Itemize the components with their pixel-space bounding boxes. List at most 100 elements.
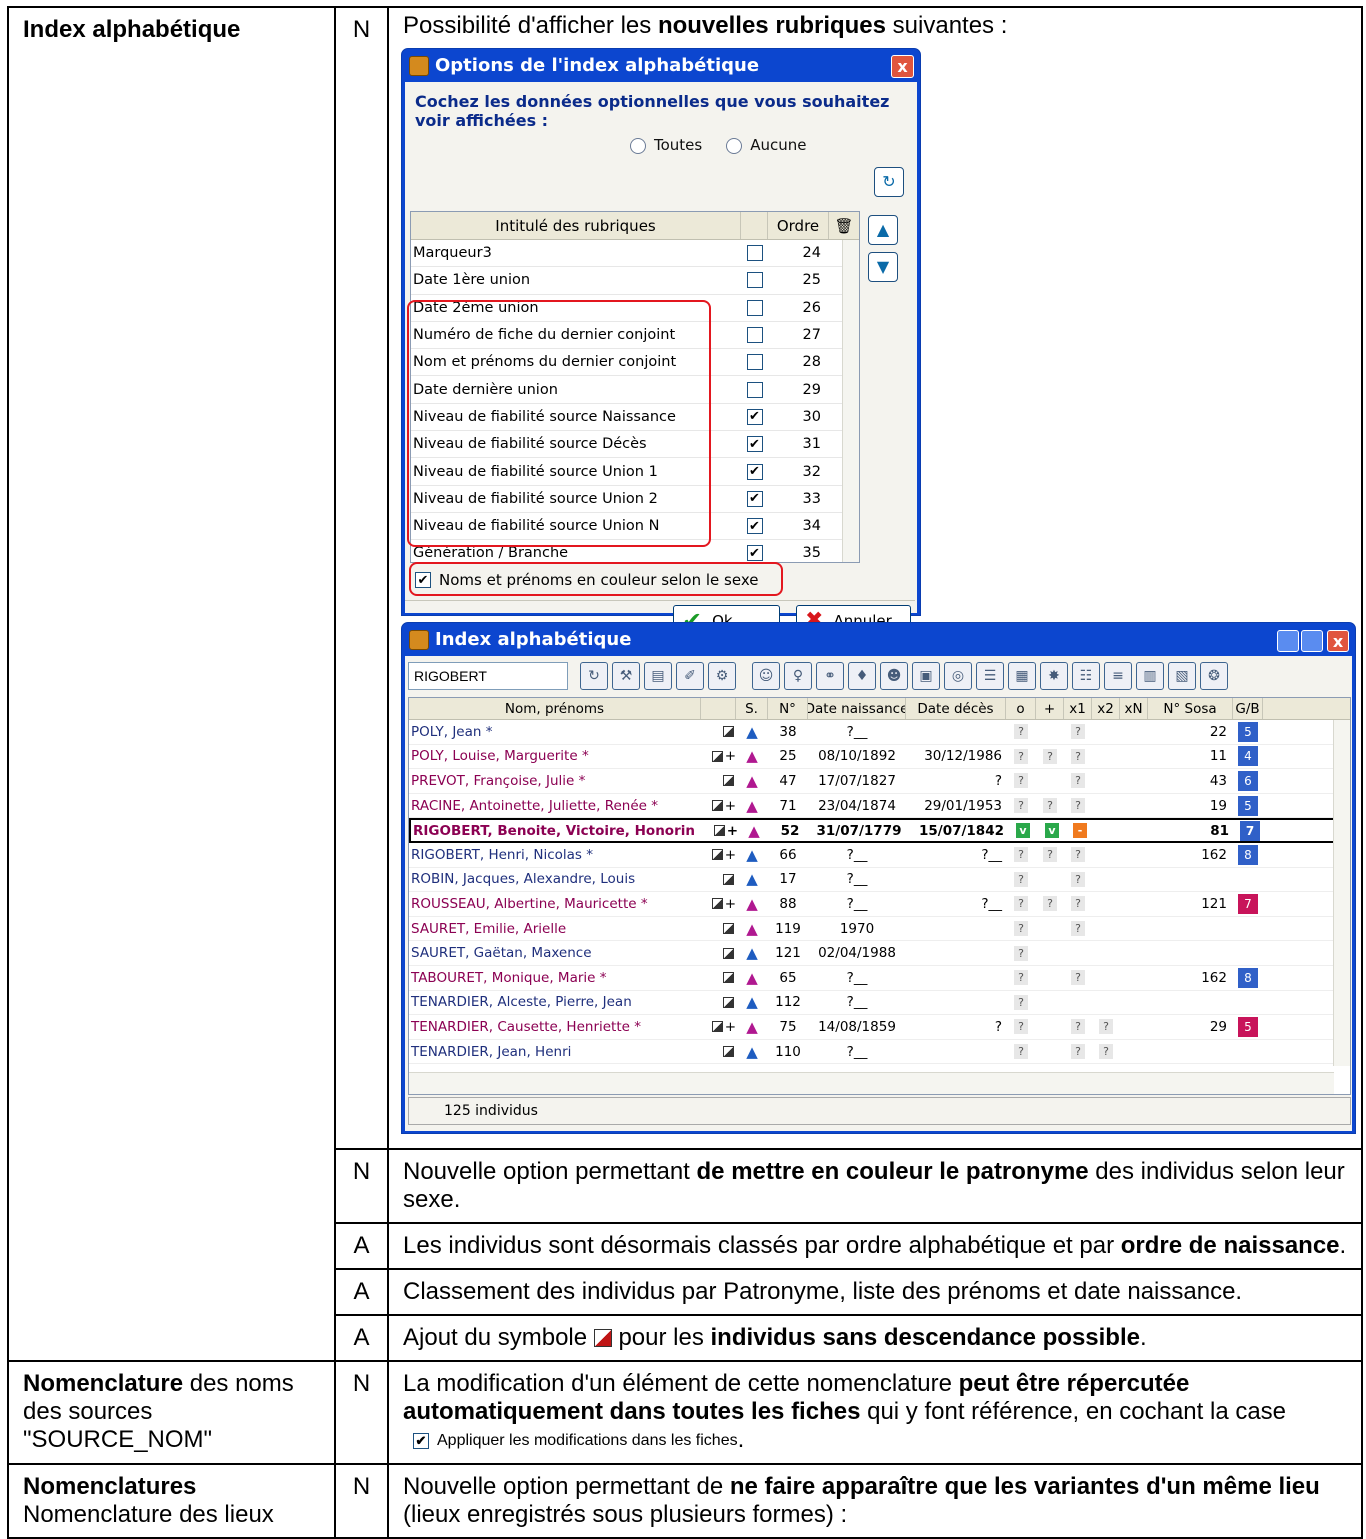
person-name: PREVOT, Françoise, Julie *	[411, 772, 586, 789]
note-icon[interactable]: ✐	[676, 662, 704, 690]
person-number: 71	[779, 797, 797, 814]
close-button[interactable]: x	[1327, 630, 1349, 652]
search-input[interactable]	[408, 662, 568, 690]
field-checkbox[interactable]: ✔	[741, 458, 768, 484]
globe-icon[interactable]: ◎	[944, 662, 972, 690]
death-date	[906, 917, 1006, 941]
flag-cell: +	[701, 1015, 736, 1039]
column-header[interactable]: o	[1006, 698, 1036, 719]
field-checkbox[interactable]	[741, 376, 768, 402]
field-checkbox[interactable]: ✔	[741, 431, 768, 457]
tree-icon[interactable]: ☷	[1072, 662, 1100, 690]
flag-cell: +	[701, 794, 736, 818]
gear-icon[interactable]: ⚙	[708, 662, 736, 690]
list-icon[interactable]: ☰	[976, 662, 1004, 690]
column-header[interactable]: xN	[1120, 698, 1148, 719]
table-row[interactable]: TENARDIER, Causette, Henriette * + ▲ 75 14/0…	[409, 1015, 1350, 1040]
generation-branch	[1233, 991, 1263, 1015]
tools-icon[interactable]: ⚒	[612, 662, 640, 690]
refresh-icon[interactable]: ↻	[580, 662, 608, 690]
table-row[interactable]: SAURET, Emilie, Arielle ▲ 119 1970??	[409, 917, 1350, 942]
field-checkbox[interactable]	[741, 322, 768, 348]
column-header[interactable]: N°	[768, 698, 808, 719]
column-header[interactable]: +	[1036, 698, 1064, 719]
table-row[interactable]: POLY, Louise, Marguerite * + ▲ 25 08/10/1892…	[409, 745, 1350, 770]
column-header[interactable]: Date naissance	[808, 698, 906, 719]
source-o: ?	[1006, 843, 1036, 867]
minimize-button[interactable]	[1277, 630, 1299, 652]
table-row[interactable]: TENARDIER, Jean, Henri ▲ 110 ?__???	[409, 1040, 1350, 1065]
sex-icon: ▲	[746, 771, 758, 790]
person-number: 119	[775, 920, 801, 937]
column-header[interactable]: S.	[736, 698, 768, 719]
person-number: 112	[775, 994, 801, 1011]
person-name: TENARDIER, Alceste, Pierre, Jean	[411, 994, 632, 1011]
column-header[interactable]: x2	[1092, 698, 1120, 719]
sources-icon[interactable]: ▦	[1008, 662, 1036, 690]
source-x2	[1092, 941, 1120, 965]
field-checkbox[interactable]: ✔	[741, 486, 768, 512]
generation-branch: 7	[1235, 820, 1265, 841]
close-button[interactable]: x	[891, 55, 914, 78]
field-row[interactable]: Date 1ère union 25	[411, 267, 859, 295]
events-icon[interactable]: ✸	[1040, 662, 1068, 690]
death-date: 15/07/1842	[918, 822, 1004, 839]
person-female-icon[interactable]: ♀	[784, 662, 812, 690]
table-row[interactable]: RIGOBERT, Benoite, Victoire, Honorin + ▲ 52…	[409, 818, 1350, 843]
radio-all[interactable]: Toutes	[630, 136, 702, 155]
books-icon[interactable]: ▧	[1168, 662, 1196, 690]
column-header[interactable]: G/B	[1233, 698, 1263, 719]
field-checkbox[interactable]: ✔	[741, 540, 768, 562]
radio-none[interactable]: Aucune	[726, 136, 807, 155]
field-order: 32	[802, 463, 821, 480]
status-icon	[711, 849, 723, 861]
field-checkbox[interactable]	[741, 295, 768, 321]
field-checkbox[interactable]: ✔	[741, 404, 768, 430]
field-order: 33	[802, 490, 821, 507]
refresh-button[interactable]: ↻	[874, 167, 904, 197]
field-checkbox[interactable]: ✔	[741, 513, 768, 539]
table-row[interactable]: ROUSSEAU, Albertine, Mauricette * + ▲ 88 ?__…	[409, 892, 1350, 917]
column-header[interactable]: Date décès	[906, 698, 1006, 719]
family-icon[interactable]: ♦	[848, 662, 876, 690]
table-row[interactable]: TENARDIER, Alceste, Pierre, Jean ▲ 112 ?__?	[409, 991, 1350, 1016]
table-row[interactable]: RACINE, Antoinette, Juliette, Renée * + ▲ 7…	[409, 794, 1350, 819]
field-row[interactable]: Marqueur3 24	[411, 240, 859, 268]
move-up-button[interactable]: ▲	[868, 215, 898, 245]
flag-cell: +	[703, 820, 738, 841]
column-header[interactable]: Nom, prénoms	[409, 698, 701, 719]
table-row[interactable]: RIGOBERT, Henri, Nicolas * + ▲ 66 ?__ ?__??? 1…	[409, 843, 1350, 868]
book-icon[interactable]: ▥	[1136, 662, 1164, 690]
report-icon[interactable]: ≡	[1104, 662, 1132, 690]
birth-date: ?__	[846, 1043, 868, 1060]
field-order: 35	[802, 545, 821, 562]
vertical-scrollbar[interactable]	[842, 240, 859, 562]
individuals-grid: Nom, prénoms S. N° Date naissance Date décès…	[408, 697, 1351, 1095]
table-row[interactable]: ROBIN, Jacques, Alexandre, Louis ▲ 17 ?__??	[409, 868, 1350, 893]
field-checkbox[interactable]	[741, 240, 768, 266]
column-header[interactable]: x1	[1064, 698, 1092, 719]
sosa-number: 29	[1209, 1018, 1227, 1035]
children-icon[interactable]: ☻	[880, 662, 908, 690]
column-header[interactable]	[701, 698, 736, 719]
photo-icon[interactable]: ▣	[912, 662, 940, 690]
group-icon[interactable]: ❂	[1200, 662, 1228, 690]
field-checkbox[interactable]	[741, 267, 768, 293]
table-row[interactable]: TABOURET, Monique, Marie * ▲ 65 ?__?? 162 8	[409, 966, 1350, 991]
maximize-button[interactable]	[1301, 630, 1323, 652]
move-down-button[interactable]: ▼	[868, 252, 898, 282]
card-icon[interactable]: ▤	[644, 662, 672, 690]
column-header[interactable]: N° Sosa	[1148, 698, 1233, 719]
death-date	[906, 720, 1006, 744]
field-order: 30	[802, 408, 821, 425]
field-checkbox[interactable]	[741, 349, 768, 375]
person-icon[interactable]: ☺	[752, 662, 780, 690]
vertical-scrollbar[interactable]	[1333, 720, 1350, 1066]
horizontal-scrollbar[interactable]	[409, 1072, 1334, 1094]
table-row[interactable]: PREVOT, Françoise, Julie * ▲ 47 17/07/1827?…	[409, 769, 1350, 794]
couple-icon[interactable]: ⚭	[816, 662, 844, 690]
table-row[interactable]: POLY, Jean * ▲ 38 ?__?? 22 5	[409, 720, 1350, 745]
table-row[interactable]: SAURET, Gaëtan, Maxence ▲ 121 02/04/1988?	[409, 941, 1350, 966]
source-x1: ?	[1064, 868, 1092, 892]
feature-title: Index alphabétique	[23, 16, 241, 43]
